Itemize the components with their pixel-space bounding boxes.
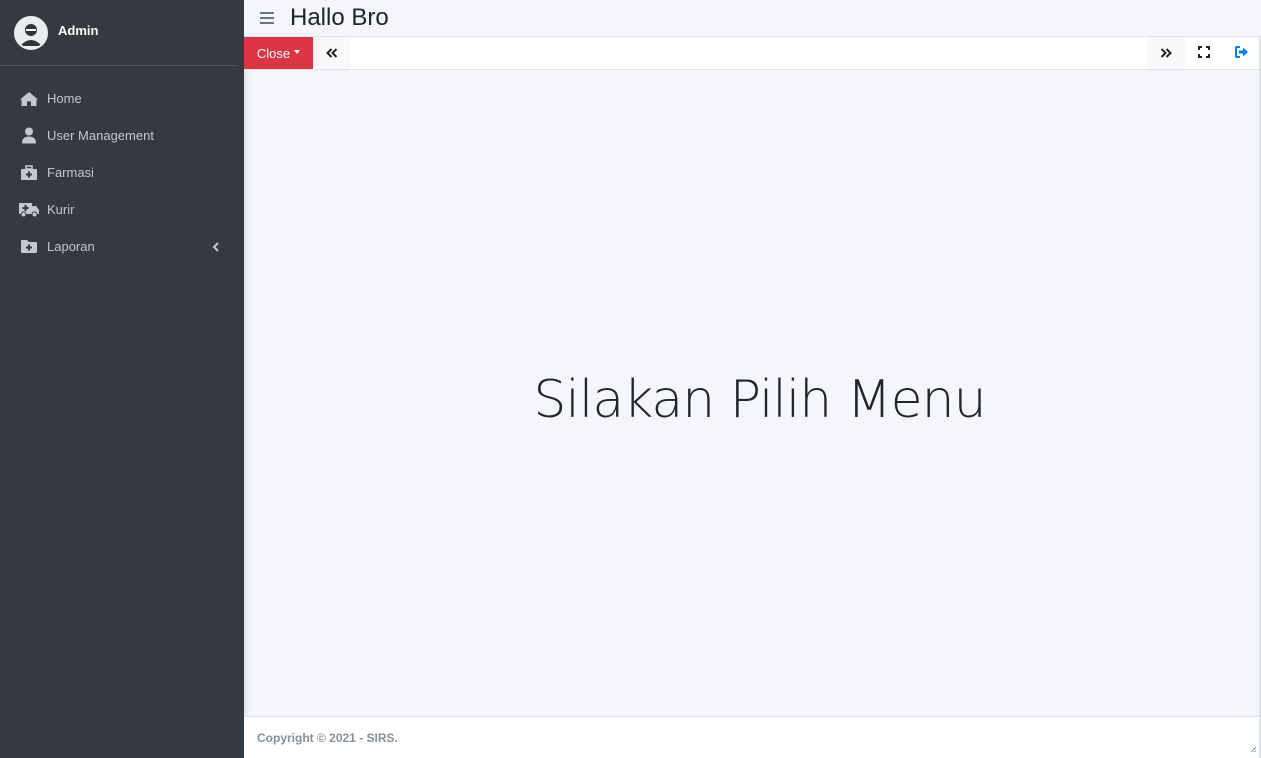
medkit-icon: [18, 164, 40, 182]
sign-out-icon: [1235, 45, 1249, 62]
copyright-text: Copyright © 2021 - SIRS.: [257, 730, 398, 745]
resize-handle-icon[interactable]: [1249, 742, 1257, 756]
tab-bar-actions: [1147, 37, 1261, 69]
home-icon: [18, 90, 40, 108]
top-bar: Hallo Bro: [244, 0, 1261, 36]
double-chevron-left-icon: [325, 45, 338, 62]
sidebar-item-home[interactable]: Home: [0, 80, 244, 117]
sidebar-nav: Home User Management Farmasi Kurir Lapor…: [0, 80, 244, 265]
sidebar-item-label: Kurir: [47, 202, 75, 217]
avatar: [14, 15, 48, 50]
double-chevron-right-icon: [1160, 45, 1172, 62]
ambulance-icon: [18, 201, 40, 219]
sidebar-item-label: Laporan: [47, 239, 95, 254]
close-button[interactable]: Close: [244, 37, 313, 69]
scroll-left-button[interactable]: [313, 37, 350, 69]
sidebar-item-kurir[interactable]: Kurir: [0, 191, 244, 228]
sidebar-item-laporan[interactable]: Laporan: [0, 228, 244, 265]
main-area: Hallo Bro Close Silakan Pilih Menu Copyr…: [244, 0, 1261, 758]
sidebar-item-label: Home: [47, 91, 82, 106]
caret-down-icon: [294, 50, 301, 54]
scroll-right-button[interactable]: [1147, 37, 1185, 69]
user-icon: [18, 127, 40, 145]
folder-plus-icon: [18, 238, 40, 256]
sidebar: Admin Home User Management Farmasi Kurir: [0, 0, 244, 758]
chevron-left-icon: [212, 240, 220, 255]
fullscreen-button[interactable]: [1185, 37, 1223, 69]
footer: Copyright © 2021 - SIRS.: [244, 716, 1259, 758]
user-name[interactable]: Admin: [58, 23, 98, 38]
content-area: Silakan Pilih Menu: [244, 70, 1259, 716]
expand-icon: [1198, 45, 1210, 62]
sidebar-item-farmasi[interactable]: Farmasi: [0, 154, 244, 191]
logout-button[interactable]: [1223, 37, 1261, 69]
sidebar-item-user-management[interactable]: User Management: [0, 117, 244, 154]
sidebar-item-label: User Management: [47, 128, 154, 143]
close-button-label: Close: [256, 45, 291, 61]
sidebar-item-label: Farmasi: [47, 165, 94, 180]
page-title: Hallo Bro: [290, 4, 389, 31]
welcome-message: Silakan Pilih Menu: [533, 370, 986, 430]
tab-bar: Close: [244, 36, 1261, 70]
menu-toggle-icon[interactable]: [260, 12, 274, 24]
user-panel[interactable]: Admin: [0, 0, 236, 66]
